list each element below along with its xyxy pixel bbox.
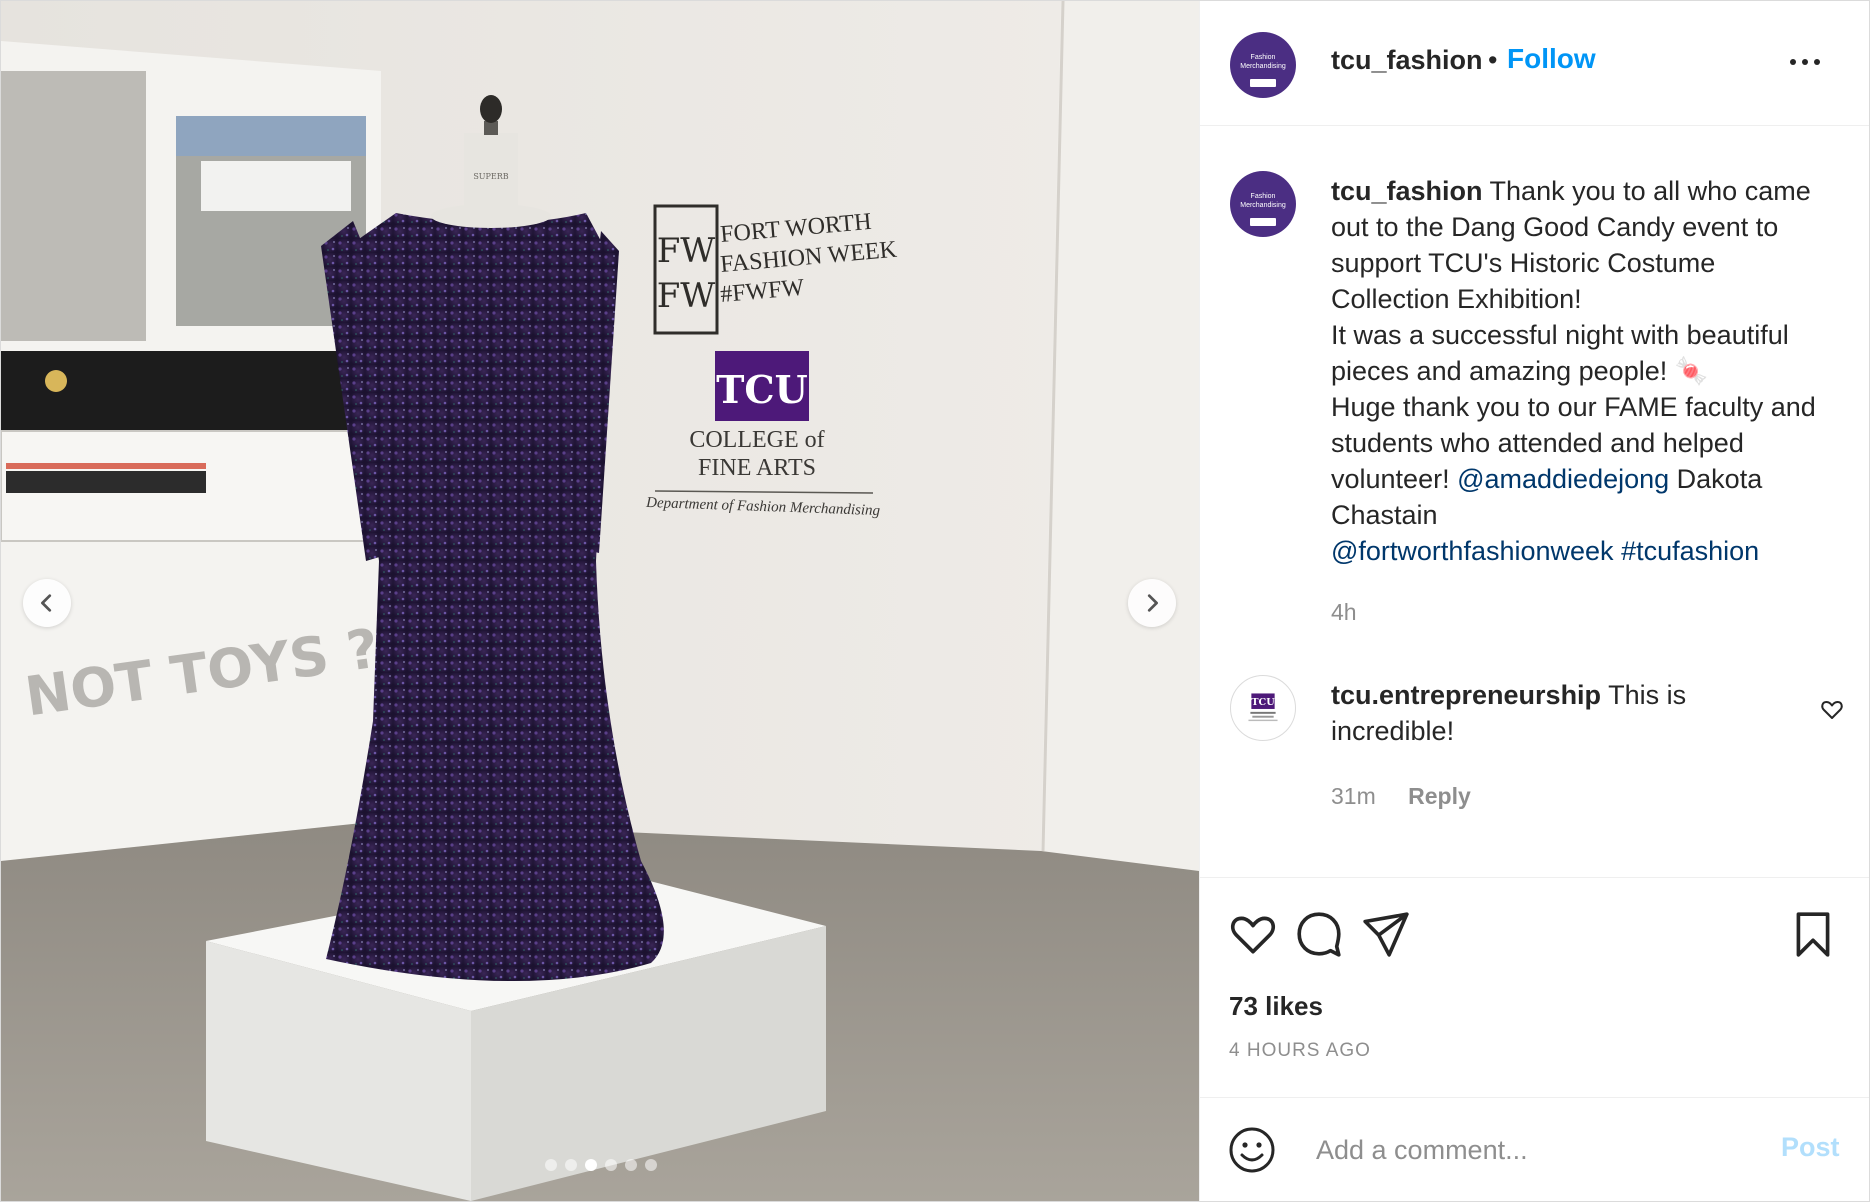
comment-username[interactable]: tcu.entrepreneurship — [1331, 680, 1601, 710]
post-media: NOT TOYS ? SUPERB FW FW FORT WORTH FASHI… — [1, 1, 1199, 1201]
svg-text:TCU: TCU — [1251, 697, 1275, 708]
carousel-dot — [545, 1159, 557, 1171]
more-icon — [1790, 59, 1796, 65]
author-avatar[interactable]: Fashion Merchandising — [1230, 32, 1296, 98]
carousel-next-button[interactable] — [1128, 579, 1176, 627]
comment-time[interactable]: 31m — [1331, 783, 1376, 809]
post-header: Fashion Merchandising tcu_fashion • Foll… — [1200, 1, 1869, 126]
carousel-dot — [605, 1159, 617, 1171]
likes-count[interactable]: 73 likes — [1229, 991, 1323, 1022]
carousel-dot — [645, 1159, 657, 1171]
caption-mention-link[interactable]: @amaddiedejong — [1457, 464, 1669, 494]
svg-text:TCU: TCU — [716, 367, 808, 412]
emoji-smiley-icon[interactable] — [1228, 1126, 1276, 1174]
comment-item: tcu.entrepreneurship This is incredible! — [1331, 677, 1771, 749]
caption-hashtag-link[interactable]: #tcufashion — [1621, 536, 1759, 566]
comment-input[interactable] — [1316, 1130, 1756, 1170]
author-username[interactable]: tcu_fashion — [1331, 45, 1483, 76]
reply-button[interactable]: Reply — [1408, 783, 1471, 809]
more-options-button[interactable] — [1790, 55, 1830, 69]
post-time-ago[interactable]: 4 HOURS AGO — [1229, 1040, 1371, 1062]
sign-college-2: FINE ARTS — [698, 455, 816, 481]
caption-author-avatar[interactable]: Fashion Merchandising — [1230, 171, 1296, 237]
separator-dot: • — [1488, 45, 1498, 75]
carousel-dot — [585, 1159, 597, 1171]
like-heart-icon[interactable] — [1228, 909, 1278, 959]
sign-college-1: COLLEGE of — [689, 427, 824, 453]
save-bookmark-icon[interactable] — [1788, 909, 1838, 959]
post-details-panel: Fashion Merchandising tcu_fashion • Foll… — [1199, 1, 1869, 1201]
post-photo: NOT TOYS ? SUPERB FW FW FORT WORTH FASHI… — [1, 1, 1199, 1201]
follow-button[interactable]: Follow — [1507, 43, 1596, 75]
caption-line-2: It was a successful night with beautiful… — [1331, 320, 1789, 386]
post-actions: 73 likes 4 HOURS AGO — [1200, 877, 1869, 1061]
dress-form-label: SUPERB — [473, 172, 508, 181]
sign-fw-bottom: FW — [657, 276, 716, 316]
commenter-avatar[interactable]: TCU — [1230, 675, 1296, 741]
caption-mention-link-2[interactable]: @fortworthfashionweek — [1331, 536, 1614, 566]
comment-composer: Post — [1200, 1097, 1869, 1202]
carousel-indicator — [545, 1159, 657, 1171]
post-modal: NOT TOYS ? SUPERB FW FW FORT WORTH FASHI… — [0, 0, 1870, 1202]
caption-timestamp[interactable]: 4h — [1331, 599, 1357, 626]
comment-like-heart-icon[interactable] — [1820, 697, 1844, 721]
share-paper-plane-icon[interactable] — [1361, 909, 1411, 959]
post-comment-button[interactable]: Post — [1781, 1132, 1840, 1163]
chevron-right-icon — [1147, 594, 1158, 612]
post-caption: tcu_fashion Thank you to all who came ou… — [1331, 173, 1841, 569]
chevron-left-icon — [41, 594, 52, 612]
carousel-dot — [565, 1159, 577, 1171]
carousel-dot — [625, 1159, 637, 1171]
sign-fw-top: FW — [657, 231, 716, 271]
carousel-previous-button[interactable] — [23, 579, 71, 627]
comment-bubble-icon[interactable] — [1294, 909, 1344, 959]
comment-meta: 31m Reply — [1331, 783, 1471, 810]
caption-username[interactable]: tcu_fashion — [1331, 176, 1483, 206]
